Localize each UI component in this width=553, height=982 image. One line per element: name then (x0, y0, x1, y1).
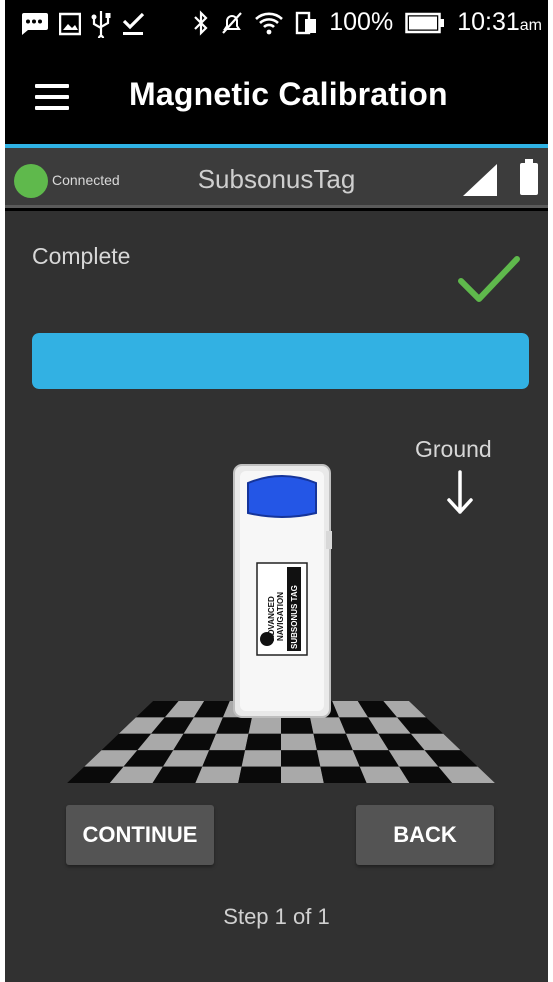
floor-tile (209, 733, 249, 751)
floor-tile (195, 766, 242, 783)
floor-tile (281, 750, 321, 767)
floor-tile (245, 733, 281, 751)
continue-button[interactable]: CONTINUE (66, 805, 214, 865)
message-icon (22, 13, 48, 35)
usb-icon (91, 11, 111, 38)
step-indicator: Step 1 of 1 (223, 904, 330, 929)
floor-tile (281, 717, 314, 734)
floor-tile (313, 733, 353, 751)
connection-bar: Connected SubsonusTag (5, 148, 548, 208)
progress-fill (32, 333, 529, 389)
clock-time: 10:31 (457, 8, 520, 36)
floor-tile (238, 766, 281, 783)
download-done-icon (122, 12, 145, 35)
battery-percent: 100% (329, 8, 394, 36)
floor-tile (281, 733, 317, 751)
device-label-line-2: NAVIGATION (276, 592, 285, 641)
floor-tile (281, 766, 324, 783)
arrow-down-icon (447, 470, 473, 514)
back-button[interactable]: BACK (356, 805, 494, 865)
app-screen: 100% 10:31am Magnetic Calibration Connec… (5, 0, 548, 982)
checkmark-icon (458, 256, 520, 302)
subsonus-tag-device: ADVANCED NAVIGATION SUBSONUS TAG (233, 464, 332, 718)
calibration-panel: Complete Ground ADVANCED NAVIGATION SUBS… (5, 211, 548, 982)
app-bar: Magnetic Calibration (5, 52, 548, 144)
notification-icons (19, 10, 145, 38)
sim-icon (296, 11, 317, 34)
system-status: 100% 10:31am (193, 8, 542, 37)
floor-tile (316, 750, 360, 767)
battery-icon (405, 12, 445, 33)
bluetooth-icon (194, 9, 208, 36)
signal-icon (463, 164, 497, 196)
silent-icon (222, 11, 243, 34)
floor-tile (248, 717, 281, 734)
device-battery-icon (520, 159, 538, 195)
device-label-line-3: SUBSONUS TAG (290, 585, 299, 649)
hamburger-icon[interactable] (35, 84, 69, 110)
status-bar: 100% 10:31am (5, 0, 548, 52)
page-title: Magnetic Calibration (129, 76, 448, 112)
clock-suffix: am (519, 17, 542, 34)
wifi-icon (255, 12, 284, 34)
floor-tile (241, 750, 281, 767)
floor-tile (202, 750, 246, 767)
ground-label: Ground (415, 436, 492, 462)
clock: 10:31am (457, 8, 542, 37)
floor-tile (320, 766, 367, 783)
calibration-status: Complete (32, 243, 131, 269)
device-label-line-1: ADVANCED (267, 596, 276, 641)
image-icon (59, 12, 81, 36)
calibration-progress-bar (32, 333, 529, 389)
